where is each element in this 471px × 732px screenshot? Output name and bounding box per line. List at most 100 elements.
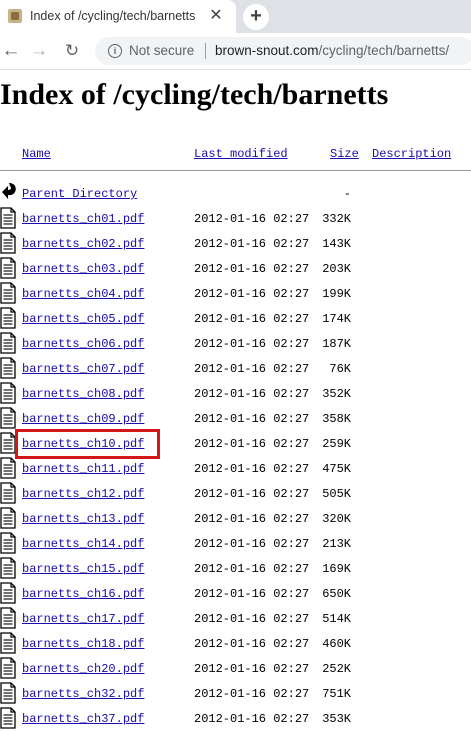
table-row: barnetts_ch08.pdf 2012-01-16 02:27 352K — [0, 382, 471, 407]
file-link[interactable]: barnetts_ch09.pdf — [22, 412, 144, 426]
file-link[interactable]: barnetts_ch05.pdf — [22, 312, 144, 326]
file-link[interactable]: barnetts_ch20.pdf — [22, 662, 144, 676]
info-icon[interactable]: i — [108, 44, 122, 58]
browser-toolbar: ← → ↻ i Not secure brown-snout.com/cycli… — [0, 33, 471, 70]
document-icon[interactable] — [0, 432, 16, 454]
parent-directory-row: Parent Directory - — [0, 182, 471, 207]
file-size: 514K — [322, 612, 351, 626]
file-size: 199K — [322, 287, 351, 301]
modified-date: 2012-01-16 02:27 — [194, 487, 310, 501]
tab-strip: Index of /cycling/tech/barnetts ✕ + — [0, 0, 471, 33]
file-link[interactable]: barnetts_ch08.pdf — [22, 387, 144, 401]
document-icon[interactable] — [0, 207, 16, 229]
document-icon[interactable] — [0, 582, 16, 604]
close-tab-icon[interactable]: ✕ — [207, 7, 225, 25]
document-icon[interactable] — [0, 607, 16, 629]
table-row: barnetts_ch13.pdf 2012-01-16 02:27 320K — [0, 507, 471, 532]
file-size: 505K — [322, 487, 351, 501]
table-row: barnetts_ch37.pdf 2012-01-16 02:27 353K — [0, 707, 471, 732]
parent-directory-icon[interactable] — [0, 182, 16, 204]
document-icon[interactable] — [0, 657, 16, 679]
modified-date: 2012-01-16 02:27 — [194, 437, 310, 451]
document-icon[interactable] — [0, 482, 16, 504]
table-row: barnetts_ch32.pdf 2012-01-16 02:27 751K — [0, 682, 471, 707]
document-icon[interactable] — [0, 407, 16, 429]
modified-date: 2012-01-16 02:27 — [194, 387, 310, 401]
document-icon[interactable] — [0, 307, 16, 329]
table-row: barnetts_ch02.pdf 2012-01-16 02:27 143K — [0, 232, 471, 257]
modified-date: 2012-01-16 02:27 — [194, 412, 310, 426]
document-icon[interactable] — [0, 282, 16, 304]
sort-by-name-link[interactable]: Name — [22, 147, 51, 161]
table-row: barnetts_ch11.pdf 2012-01-16 02:27 475K — [0, 457, 471, 482]
header-divider — [0, 170, 471, 171]
file-size: 174K — [322, 312, 351, 326]
file-size: 76K — [329, 362, 351, 376]
file-link[interactable]: barnetts_ch37.pdf — [22, 712, 144, 726]
modified-date: 2012-01-16 02:27 — [194, 212, 310, 226]
document-icon[interactable] — [0, 707, 16, 729]
document-icon[interactable] — [0, 257, 16, 279]
page-title: Index of /cycling/tech/barnetts — [0, 78, 389, 111]
modified-date: 2012-01-16 02:27 — [194, 312, 310, 326]
file-link[interactable]: barnetts_ch03.pdf — [22, 262, 144, 276]
file-size: 203K — [322, 262, 351, 276]
file-link[interactable]: barnetts_ch14.pdf — [22, 537, 144, 551]
file-size: 475K — [322, 462, 351, 476]
document-icon[interactable] — [0, 682, 16, 704]
table-row: barnetts_ch05.pdf 2012-01-16 02:27 174K — [0, 307, 471, 332]
file-link[interactable]: barnetts_ch06.pdf — [22, 337, 144, 351]
file-link[interactable]: barnetts_ch12.pdf — [22, 487, 144, 501]
file-size: 320K — [322, 512, 351, 526]
file-link[interactable]: barnetts_ch16.pdf — [22, 587, 144, 601]
modified-date: 2012-01-16 02:27 — [194, 612, 310, 626]
document-icon[interactable] — [0, 357, 16, 379]
table-row: barnetts_ch12.pdf 2012-01-16 02:27 505K — [0, 482, 471, 507]
table-row: barnetts_ch16.pdf 2012-01-16 02:27 650K — [0, 582, 471, 607]
table-row: barnetts_ch06.pdf 2012-01-16 02:27 187K — [0, 332, 471, 357]
modified-date: 2012-01-16 02:27 — [194, 362, 310, 376]
new-tab-button[interactable]: + — [243, 4, 269, 30]
modified-date: 2012-01-16 02:27 — [194, 337, 310, 351]
reload-icon[interactable]: ↻ — [61, 40, 83, 62]
file-link[interactable]: barnetts_ch04.pdf — [22, 287, 144, 301]
table-row: barnetts_ch04.pdf 2012-01-16 02:27 199K — [0, 282, 471, 307]
forward-arrow-icon[interactable]: → — [28, 40, 50, 62]
file-link[interactable]: barnetts_ch18.pdf — [22, 637, 144, 651]
tab-title: Index of /cycling/tech/barnetts — [30, 9, 196, 23]
divider — [205, 43, 206, 59]
security-label[interactable]: Not secure — [129, 43, 194, 58]
modified-date: 2012-01-16 02:27 — [194, 237, 310, 251]
active-tab[interactable]: Index of /cycling/tech/barnetts ✕ — [0, 0, 236, 33]
document-icon[interactable] — [0, 632, 16, 654]
file-link[interactable]: barnetts_ch01.pdf — [22, 212, 144, 226]
file-link[interactable]: barnetts_ch02.pdf — [22, 237, 144, 251]
file-link[interactable]: barnetts_ch11.pdf — [22, 462, 144, 476]
document-icon[interactable] — [0, 532, 16, 554]
table-row: barnetts_ch15.pdf 2012-01-16 02:27 169K — [0, 557, 471, 582]
document-icon[interactable] — [0, 332, 16, 354]
file-link[interactable]: barnetts_ch13.pdf — [22, 512, 144, 526]
document-icon[interactable] — [0, 382, 16, 404]
document-icon[interactable] — [0, 507, 16, 529]
address-bar[interactable]: i Not secure brown-snout.com/cycling/tec… — [95, 37, 471, 65]
file-link[interactable]: barnetts_ch15.pdf — [22, 562, 144, 576]
table-row: barnetts_ch18.pdf 2012-01-16 02:27 460K — [0, 632, 471, 657]
file-link[interactable]: barnetts_ch32.pdf — [22, 687, 144, 701]
document-icon[interactable] — [0, 232, 16, 254]
file-size: - — [343, 187, 351, 201]
back-arrow-icon[interactable]: ← — [0, 40, 22, 62]
modified-date: 2012-01-16 02:27 — [194, 637, 310, 651]
file-link[interactable]: barnetts_ch07.pdf — [22, 362, 144, 376]
modified-date: 2012-01-16 02:27 — [194, 287, 310, 301]
sort-by-description-link[interactable]: Description — [372, 147, 451, 161]
url-text[interactable]: brown-snout.com/cycling/tech/barnetts/ — [215, 43, 449, 58]
sort-by-last-modified-link[interactable]: Last modified — [194, 147, 288, 161]
document-icon[interactable] — [0, 557, 16, 579]
table-row: barnetts_ch14.pdf 2012-01-16 02:27 213K — [0, 532, 471, 557]
document-icon[interactable] — [0, 457, 16, 479]
file-link[interactable]: barnetts_ch17.pdf — [22, 612, 144, 626]
parent-directory-link[interactable]: Parent Directory — [22, 187, 137, 201]
sort-by-size-link[interactable]: Size — [330, 147, 359, 161]
table-row: barnetts_ch01.pdf 2012-01-16 02:27 332K — [0, 207, 471, 232]
